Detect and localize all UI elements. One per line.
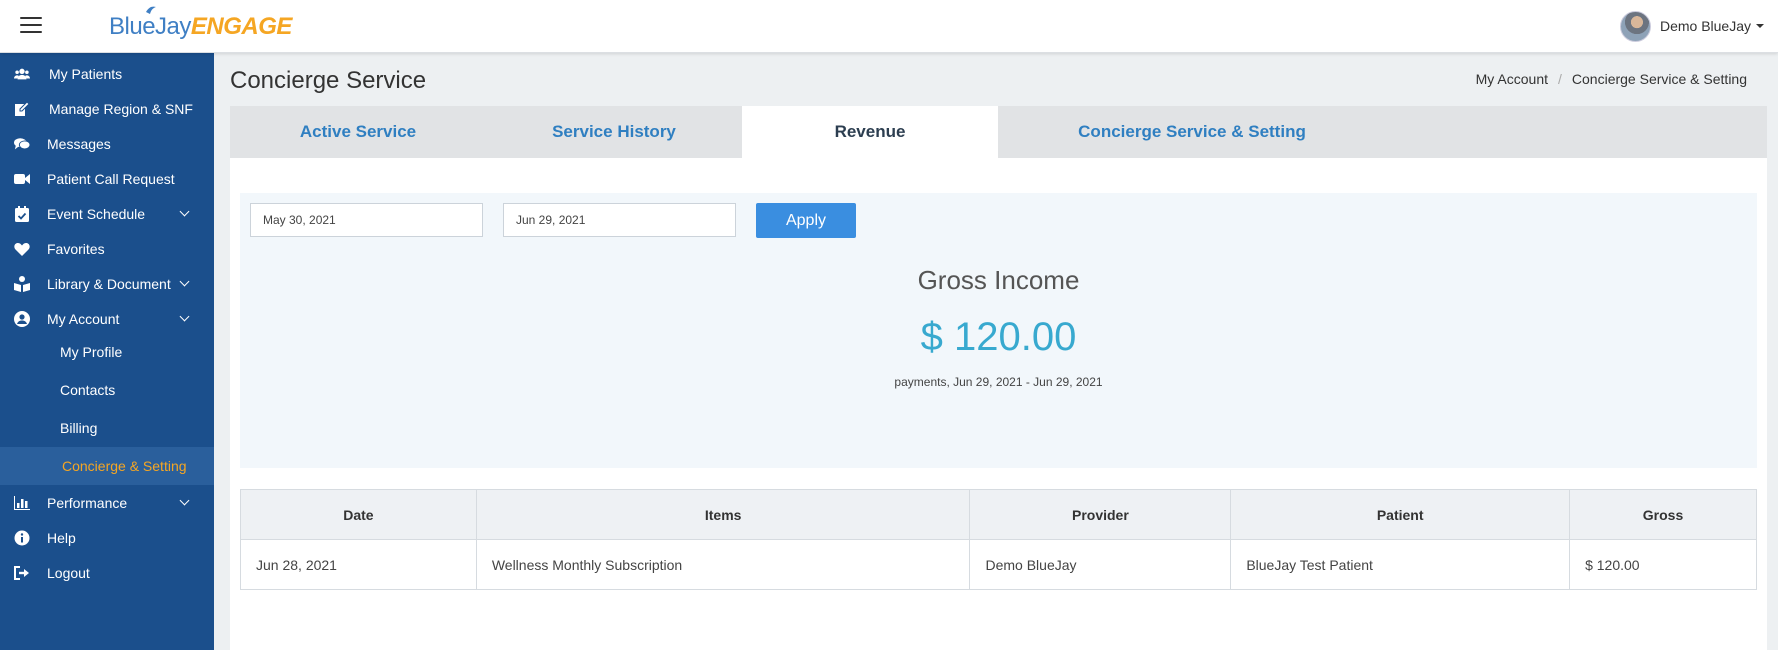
book-reader-icon: [14, 276, 30, 292]
sidebar-item-messages[interactable]: Messages: [0, 126, 214, 161]
sidebar-item-my-patients[interactable]: My Patients: [0, 56, 214, 91]
sidebar-subitem-concierge-setting[interactable]: Concierge & Setting: [0, 447, 214, 485]
sidebar-item-help[interactable]: Help: [0, 520, 214, 555]
user-name: Demo BlueJay: [1659, 18, 1751, 34]
breadcrumb-separator: /: [1558, 71, 1562, 87]
sidebar: My Patients Manage Region & SNF Messages…: [0, 53, 214, 650]
column-header-gross: Gross: [1569, 489, 1757, 540]
start-date-input[interactable]: [250, 203, 483, 237]
cell-patient: BlueJay Test Patient: [1230, 539, 1571, 590]
tab-service-history[interactable]: Service History: [486, 106, 742, 158]
calendar-check-icon: [14, 206, 30, 222]
chevron-down-icon: [179, 311, 190, 322]
info-circle-icon: [14, 530, 30, 546]
tab-active-service[interactable]: Active Service: [230, 106, 486, 158]
column-header-patient: Patient: [1230, 489, 1571, 540]
column-header-items: Items: [475, 489, 971, 540]
tab-concierge-service-setting[interactable]: Concierge Service & Setting: [998, 106, 1386, 158]
main-content: Concierge Service My Account / Concierge…: [214, 53, 1778, 650]
page-title: Concierge Service: [230, 67, 427, 94]
gross-income-caption: payments, Jun 29, 2021 - Jun 29, 2021: [894, 375, 1103, 389]
tab-bar: Active Service Service History Revenue C…: [230, 106, 1767, 158]
revenue-panel: Apply Gross Income $ 120.00 payments, Ju…: [230, 158, 1767, 650]
gross-income-amount: $ 120.00: [920, 315, 1077, 359]
bluejay-engage-logo[interactable]: BlueJayENGAGE: [109, 6, 292, 42]
breadcrumb: My Account / Concierge Service & Setting: [1476, 71, 1747, 87]
sidebar-item-favorites[interactable]: Favorites: [0, 231, 214, 266]
top-header: BlueJayENGAGE Demo BlueJay: [0, 0, 1778, 53]
table-header-row: Date Items Provider Patient Gross: [240, 489, 1757, 540]
bar-chart-icon: [14, 495, 30, 511]
tab-revenue[interactable]: Revenue: [742, 106, 998, 158]
user-menu[interactable]: Demo BlueJay: [1619, 10, 1764, 42]
cell-items: Wellness Monthly Subscription: [475, 539, 971, 590]
chevron-down-icon: [179, 495, 190, 506]
end-date-input[interactable]: [503, 203, 736, 237]
hamburger-menu-icon[interactable]: [20, 17, 42, 35]
comments-icon: [14, 136, 30, 152]
users-icon: [14, 66, 30, 82]
breadcrumb-my-account[interactable]: My Account: [1476, 71, 1548, 87]
sidebar-item-event-schedule[interactable]: Event Schedule: [0, 196, 214, 231]
sidebar-item-manage-region[interactable]: Manage Region & SNF: [0, 91, 214, 126]
cell-gross: $ 120.00: [1569, 539, 1757, 590]
bird-logo-icon: [146, 6, 156, 14]
avatar: [1619, 10, 1651, 42]
apply-button[interactable]: Apply: [756, 203, 856, 238]
sign-out-icon: [14, 565, 30, 581]
caret-down-icon: [1756, 24, 1764, 28]
sidebar-item-patient-call-request[interactable]: Patient Call Request: [0, 161, 214, 196]
sidebar-subitem-contacts[interactable]: Contacts: [0, 371, 214, 409]
sidebar-item-performance[interactable]: Performance: [0, 485, 214, 520]
user-circle-icon: [14, 311, 30, 327]
cell-provider: Demo BlueJay: [969, 539, 1232, 590]
sidebar-subitem-my-profile[interactable]: My Profile: [0, 333, 214, 371]
revenue-summary-panel: Apply Gross Income $ 120.00 payments, Ju…: [240, 193, 1757, 468]
sidebar-subitem-billing[interactable]: Billing: [0, 409, 214, 447]
sidebar-item-logout[interactable]: Logout: [0, 555, 214, 590]
edit-icon: [14, 101, 30, 117]
heart-icon: [14, 241, 30, 257]
sidebar-item-library-document[interactable]: Library & Document: [0, 266, 214, 301]
breadcrumb-concierge-setting: Concierge Service & Setting: [1571, 71, 1747, 87]
column-header-date: Date: [240, 489, 477, 540]
chevron-down-icon: [179, 276, 190, 287]
video-icon: [14, 171, 30, 187]
revenue-table: Date Items Provider Patient Gross Jun 28…: [240, 489, 1757, 590]
cell-date: Jun 28, 2021: [240, 539, 477, 590]
gross-income-title: Gross Income: [917, 265, 1080, 295]
chevron-down-icon: [179, 206, 190, 217]
sidebar-item-my-account[interactable]: My Account: [0, 301, 214, 336]
column-header-provider: Provider: [969, 489, 1232, 540]
table-row: Jun 28, 2021 Wellness Monthly Subscripti…: [240, 539, 1757, 590]
